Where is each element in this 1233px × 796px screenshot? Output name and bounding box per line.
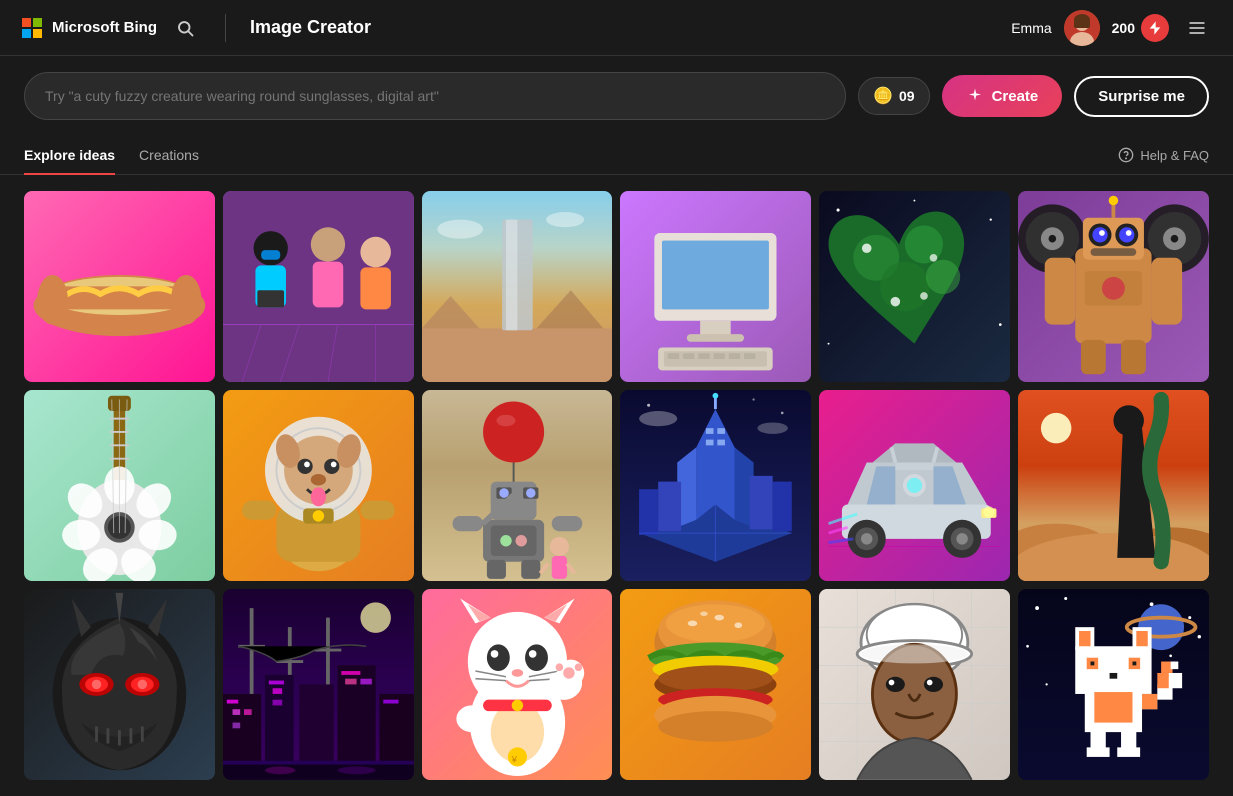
gallery-item-robot-dj[interactable] — [1018, 191, 1209, 382]
user-name: Emma — [1011, 20, 1051, 36]
dark-hero-illustration — [24, 589, 215, 780]
coins-count: 200 — [1112, 20, 1135, 36]
gallery-item-monolith[interactable] — [422, 191, 613, 382]
search-icon — [176, 19, 194, 37]
hamburger-icon — [1187, 18, 1207, 38]
boost-icon[interactable] — [1141, 14, 1169, 42]
tabs-section: Explore ideas Creations Help & FAQ — [0, 136, 1233, 175]
gallery-item-computer[interactable] — [620, 191, 811, 382]
svg-text:¥: ¥ — [510, 754, 517, 765]
create-button[interactable]: Create — [942, 75, 1063, 117]
surprise-label: Surprise me — [1098, 88, 1185, 105]
bing-label: Microsoft Bing — [52, 19, 157, 36]
computer-illustration — [620, 191, 811, 382]
help-faq-link[interactable]: Help & FAQ — [1118, 147, 1209, 163]
city-illustration — [620, 390, 811, 581]
sparkle-icon — [966, 87, 984, 105]
search-icon-button[interactable] — [169, 12, 201, 44]
coins-counter-value: 09 — [899, 88, 915, 104]
desert-figure-illustration — [1018, 390, 1209, 581]
gallery-item-guitar[interactable] — [24, 390, 215, 581]
coin-emoji-icon: 🪙 — [873, 86, 893, 106]
burger-illustration — [620, 589, 811, 780]
avatar-image — [1064, 10, 1100, 46]
gallery-item-dark-hero[interactable] — [24, 589, 215, 780]
help-icon — [1118, 147, 1134, 163]
search-bar[interactable] — [24, 72, 846, 120]
doge-illustration — [223, 390, 414, 581]
tab-explore[interactable]: Explore ideas — [24, 137, 115, 175]
neon-city-illustration — [223, 589, 414, 780]
gallery-item-desert-figure[interactable] — [1018, 390, 1209, 581]
gallery-item-delorean[interactable] — [819, 390, 1010, 581]
page-title: Image Creator — [250, 17, 371, 38]
gallery: ¥ — [0, 175, 1233, 796]
earth-illustration — [819, 191, 1010, 382]
robot-dj-illustration — [1018, 191, 1209, 382]
delorean-illustration — [819, 390, 1010, 581]
gallery-item-girls[interactable] — [223, 191, 414, 382]
gallery-item-lucky-cat[interactable]: ¥ — [422, 589, 613, 780]
search-section: 🪙 09 Create Surprise me — [0, 56, 1233, 136]
gallery-item-doge[interactable] — [223, 390, 414, 581]
gallery-item-city[interactable] — [620, 390, 811, 581]
girls-illustration — [223, 191, 414, 382]
construction-illustration — [819, 589, 1010, 780]
tab-creations[interactable]: Creations — [139, 137, 199, 175]
header: Microsoft Bing Image Creator Emma 200 — [0, 0, 1233, 56]
lucky-cat-illustration: ¥ — [422, 589, 613, 780]
bing-logo[interactable]: Microsoft Bing — [20, 16, 157, 40]
header-right: Emma 200 — [1011, 10, 1213, 46]
monolith-illustration — [422, 191, 613, 382]
help-label: Help & FAQ — [1140, 148, 1209, 163]
gallery-item-pixel-fox[interactable] — [1018, 589, 1209, 780]
guitar-illustration — [24, 390, 215, 581]
surprise-button[interactable]: Surprise me — [1074, 76, 1209, 117]
robot-balloon-illustration — [422, 390, 613, 581]
coins-badge: 200 — [1112, 14, 1169, 42]
gallery-item-hotdog[interactable] — [24, 191, 215, 382]
avatar[interactable] — [1064, 10, 1100, 46]
header-divider — [225, 14, 226, 42]
gallery-item-earth[interactable] — [819, 191, 1010, 382]
search-input[interactable] — [45, 88, 825, 104]
create-label: Create — [992, 88, 1039, 105]
gallery-item-robot-balloon[interactable] — [422, 390, 613, 581]
lightning-icon — [1147, 20, 1163, 36]
coins-counter[interactable]: 🪙 09 — [858, 77, 930, 115]
gallery-item-neon-city[interactable] — [223, 589, 414, 780]
menu-button[interactable] — [1181, 12, 1213, 44]
hotdog-illustration — [24, 191, 215, 382]
header-left: Microsoft Bing Image Creator — [20, 12, 371, 44]
gallery-item-construction[interactable] — [819, 589, 1010, 780]
gallery-item-burger[interactable] — [620, 589, 811, 780]
microsoft-icon — [20, 16, 44, 40]
pixel-fox-illustration — [1018, 589, 1209, 780]
